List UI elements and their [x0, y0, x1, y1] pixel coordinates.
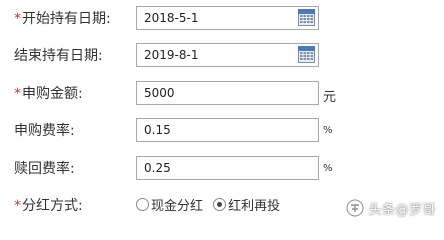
amount-row: *申购金额: 元 — [0, 80, 444, 108]
redeem-fee-field[interactable] — [136, 156, 319, 180]
purchase-fee-label: 申购费率: — [14, 123, 75, 139]
radio-button[interactable] — [136, 198, 149, 211]
end-date-field[interactable] — [136, 43, 319, 67]
purchase-fee-input[interactable] — [137, 119, 294, 141]
start-date-input[interactable] — [137, 7, 284, 29]
calendar-icon[interactable] — [298, 9, 315, 26]
dividend-option-reinvest[interactable]: 红利再投 — [213, 195, 280, 214]
end-date-input[interactable] — [137, 44, 284, 66]
end-date-row: 结束持有日期: — [0, 42, 444, 70]
dividend-radio-group: 现金分红 红利再投 — [136, 195, 280, 217]
start-date-row: *开始持有日期: — [0, 5, 444, 33]
redeem-fee-label: 赎回费率: — [14, 161, 75, 177]
redeem-fee-unit: % — [323, 163, 333, 174]
required-mark: * — [14, 198, 21, 214]
redeem-fee-input[interactable] — [137, 157, 294, 179]
end-date-label: 结束持有日期: — [14, 48, 103, 64]
amount-unit: 元 — [323, 90, 337, 105]
amount-label: *申购金额: — [14, 86, 83, 102]
purchase-fee-field[interactable] — [136, 118, 319, 142]
start-date-label: *开始持有日期: — [14, 11, 111, 27]
purchase-fee-row: 申购费率: % — [0, 117, 444, 145]
radio-button[interactable] — [213, 198, 227, 211]
watermark: 头条@罗哥 — [346, 198, 436, 218]
amount-field[interactable] — [136, 81, 319, 105]
redeem-fee-row: 赎回费率: % — [0, 155, 444, 183]
required-mark: * — [14, 11, 21, 27]
purchase-fee-unit: % — [323, 125, 333, 136]
dividend-label: *分红方式: — [14, 198, 83, 214]
watermark-text: 头条@罗哥 — [368, 202, 436, 218]
start-date-field[interactable] — [136, 6, 319, 30]
amount-input[interactable] — [137, 82, 294, 104]
required-mark: * — [14, 86, 21, 102]
dividend-option-cash[interactable]: 现金分红 — [136, 195, 203, 214]
watermark-logo-icon — [346, 199, 364, 217]
calendar-icon[interactable] — [298, 46, 315, 63]
